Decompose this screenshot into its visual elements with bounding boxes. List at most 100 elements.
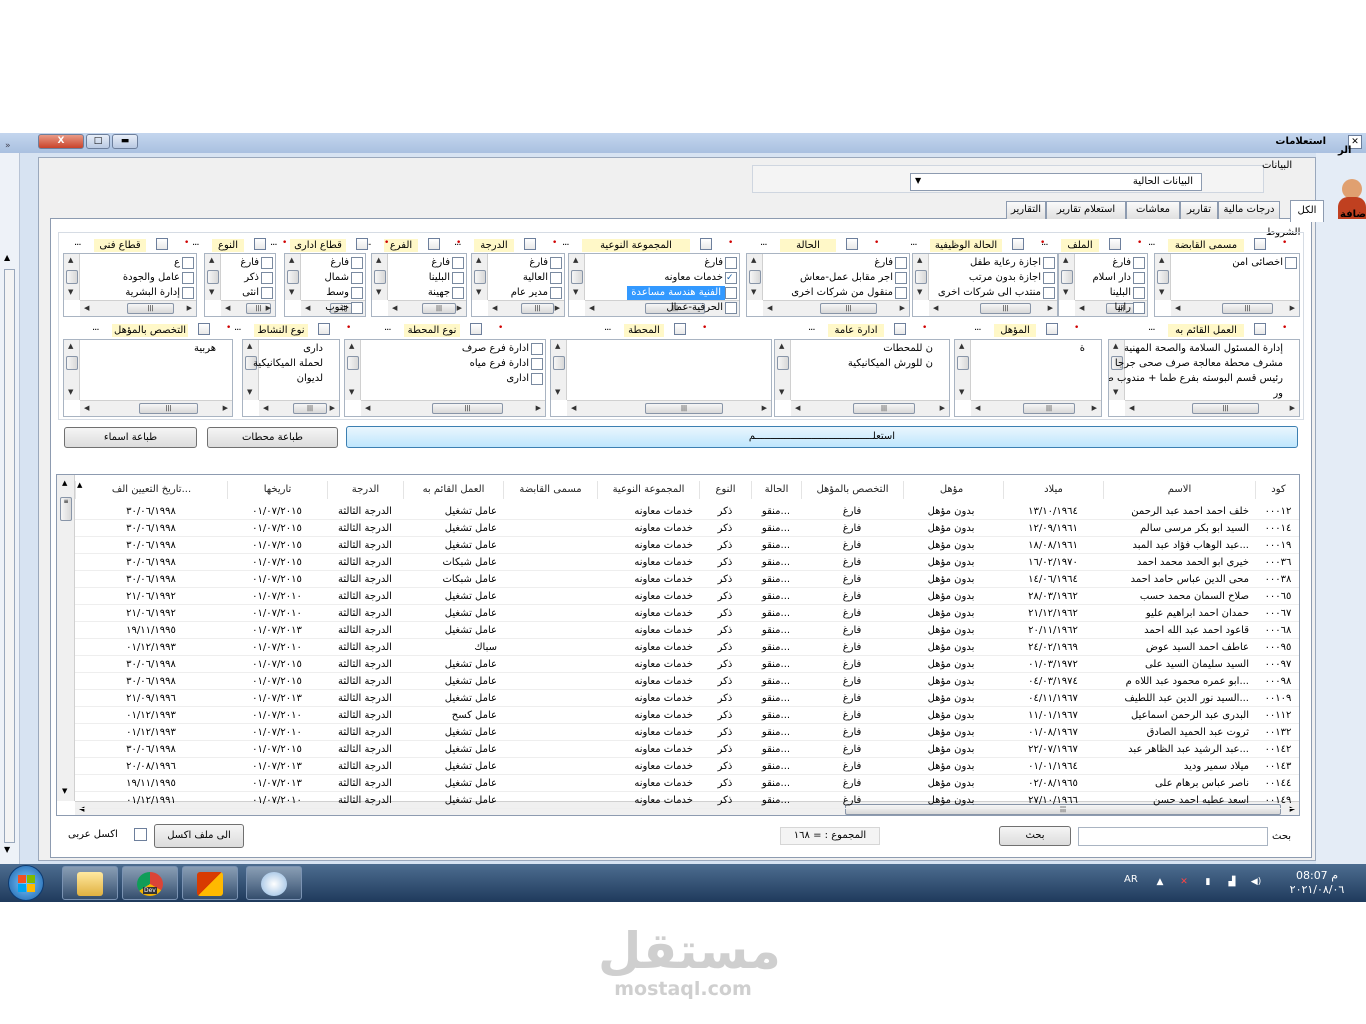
table-cell[interactable]: ذكر [699,656,751,673]
table-cell[interactable]: بدون مؤهل [903,792,999,809]
data-select[interactable]: البيانات الحالية ▼ [910,173,1202,191]
row1-filter-9-option[interactable]: عامل والجودة [123,271,180,285]
scroll-left-icon[interactable]: ◀ [1175,304,1180,312]
row2-filter-6-select-all-checkbox[interactable] [198,323,210,335]
column-header[interactable]: تاريخها [227,481,327,499]
row2-filter-0-select-all-checkbox[interactable] [1254,323,1266,335]
table-cell[interactable]: ٣٠/٠٦/١٩٩٨ [75,520,227,537]
table-cell[interactable]: ١٦/٠٢/١٩٧٠ [1003,554,1103,571]
table-cell[interactable]: عامل تشغيل [403,537,503,554]
table-cell[interactable]: الدرجة الثالثة [327,554,403,571]
tray-clock[interactable]: 08:07 م ٢٠٢١/٠٨/٠٦ [1282,869,1352,897]
table-cell[interactable]: بدون مؤهل [903,554,999,571]
list-hscroll-thumb[interactable]: ||| [1192,403,1259,414]
list-hscroll-thumb[interactable]: ||| [980,303,1031,314]
row1-filter-3-option-checkbox[interactable] [895,257,907,269]
table-cell[interactable]: ميلاد سمير وديد [1103,758,1255,775]
table-cell[interactable]: خدمات معاونه [597,690,699,707]
row1-filter-3-select-all-checkbox[interactable] [846,238,858,250]
table-cell[interactable]: منقو... [751,673,801,690]
list-horizontal-scrollbar[interactable]: ◀|||▶ [929,300,1057,316]
row1-filter-2-option[interactable]: منتدب الى شركات اخرى [938,286,1041,300]
column-header[interactable]: الدرجة [327,481,403,499]
column-header[interactable]: النوع [699,481,751,499]
table-cell[interactable] [503,520,597,537]
row2-filter-1-select-all-checkbox[interactable] [1046,323,1058,335]
row1-filter-8-option[interactable]: ذكر [244,271,259,285]
table-cell[interactable]: بدون مؤهل [903,605,999,622]
table-cell[interactable]: ناصر عباس برهام على [1103,775,1255,792]
list-vertical-scrollbar[interactable]: ▲ ▼ [569,254,585,300]
scroll-right-icon[interactable]: ▶ [940,404,945,412]
scroll-right-icon[interactable]: ▶ [330,404,335,412]
row2-filter-0-option[interactable]: إدارة المسئول السلامة والصحة المهنية [1124,342,1283,356]
table-cell[interactable]: ٠٤/٠٣/١٩٧٤ [1003,673,1103,690]
table-cell[interactable]: فارغ [801,639,903,656]
table-cell[interactable]: ٢٢/٠٧/١٩٦٧ [1003,741,1103,758]
table-cell[interactable]: ١٨/٠٨/١٩٦١ [1003,537,1103,554]
scroll-up-icon[interactable]: ▲ [4,253,10,262]
table-cell[interactable]: ذكر [699,554,751,571]
list-hscroll-thumb[interactable]: ||| [521,303,554,314]
chevron-down-icon[interactable]: ▼ [915,176,921,185]
list-horizontal-scrollbar[interactable]: ◀|||▶ [221,300,275,316]
table-cell[interactable]: ٠١/٠٧/٢٠١٣ [227,775,327,792]
scroll-left-icon[interactable]: ◀ [305,304,310,312]
table-cell[interactable]: منقو... [751,605,801,622]
table-cell[interactable]: منقو... [751,792,801,809]
table-cell[interactable]: بدون مؤهل [903,571,999,588]
scroll-left-icon[interactable]: ◀ [589,304,594,312]
table-cell[interactable]: بدون مؤهل [903,690,999,707]
tab-reports-2[interactable]: التقارير [1006,201,1046,219]
list-hscroll-thumb[interactable]: ||| [139,403,198,414]
table-cell[interactable]: خدمات معاونه [597,775,699,792]
column-header[interactable]: مؤهل [903,481,999,499]
row1-filter-6-select-all-checkbox[interactable] [428,238,440,250]
row1-filter-0-more-button[interactable]: ... [1148,237,1155,248]
tab-reports[interactable]: تقارير [1180,201,1218,219]
print-stations-button[interactable]: طباعة محطات [207,427,338,448]
scroll-down-icon[interactable]: ▼ [376,288,381,296]
table-cell[interactable]: فارغ [801,690,903,707]
list-vertical-scrollbar[interactable]: ▲ ▼ [775,340,791,400]
list-horizontal-scrollbar[interactable]: ◀|||▶ [763,300,909,316]
row1-filter-8-option[interactable]: انثى [242,286,259,300]
table-cell[interactable]: ٠١/١٢/١٩٩٣ [75,707,227,724]
list-hscroll-thumb[interactable]: ||| [645,403,723,414]
table-cell[interactable]: الدرجة الثالثة [327,605,403,622]
table-cell[interactable]: ٢١/٠٦/١٩٩٢ [75,588,227,605]
scroll-up-icon[interactable]: ▲ [573,256,578,264]
scroll-up-icon[interactable]: ▲ [959,342,964,350]
table-cell[interactable]: ذكر [699,724,751,741]
table-cell[interactable]: خدمات معاونه [597,605,699,622]
table-cell[interactable]: ٣٠/٠٦/١٩٩٨ [75,537,227,554]
table-cell[interactable]: خدمات معاونه [597,520,699,537]
row1-filter-4-option[interactable]: الحرفية-عمال [666,301,723,315]
arabic-excel-checkbox[interactable] [134,828,147,841]
list-hscroll-thumb[interactable]: ||| [293,403,327,414]
print-names-button[interactable]: طباعة اسماء [64,427,197,448]
row1-filter-9-option[interactable]: ع [174,256,180,270]
list-vscroll-thumb[interactable] [474,270,486,284]
row1-filter-1-option-checkbox[interactable] [1133,257,1145,269]
list-hscroll-thumb[interactable]: ||| [853,403,915,414]
table-cell[interactable]: ٠٠٠٦٥ [1255,588,1299,605]
row1-filter-8-option[interactable]: فارغ [240,256,259,270]
scroll-up-icon[interactable]: ▲ [247,342,252,350]
row1-filter-9-option-checkbox[interactable] [182,257,194,269]
tab-pensions[interactable]: معاشات [1126,201,1180,219]
table-cell[interactable]: ٢٤/٠٢/١٩٦٩ [1003,639,1103,656]
table-cell[interactable]: منقو... [751,520,801,537]
scroll-right-icon[interactable]: ▶ [1290,304,1295,312]
list-vscroll-thumb[interactable] [66,356,78,370]
table-cell[interactable]: ٠٢/٠٨/١٩٦٥ [1003,775,1103,792]
table-cell[interactable]: سباك [403,639,503,656]
table-cell[interactable]: فارغ [801,503,903,520]
column-header[interactable]: العمل القائم به [403,481,503,499]
table-cell[interactable]: منقو... [751,707,801,724]
row1-filter-4-option[interactable]: خدمات معاونه [664,271,723,285]
table-cell[interactable]: بدون مؤهل [903,588,999,605]
row2-filter-2-more-button[interactable]: ... [808,322,815,333]
scroll-left-icon[interactable]: ◀ [795,404,800,412]
expand-chevron-icon[interactable]: » [5,141,11,151]
